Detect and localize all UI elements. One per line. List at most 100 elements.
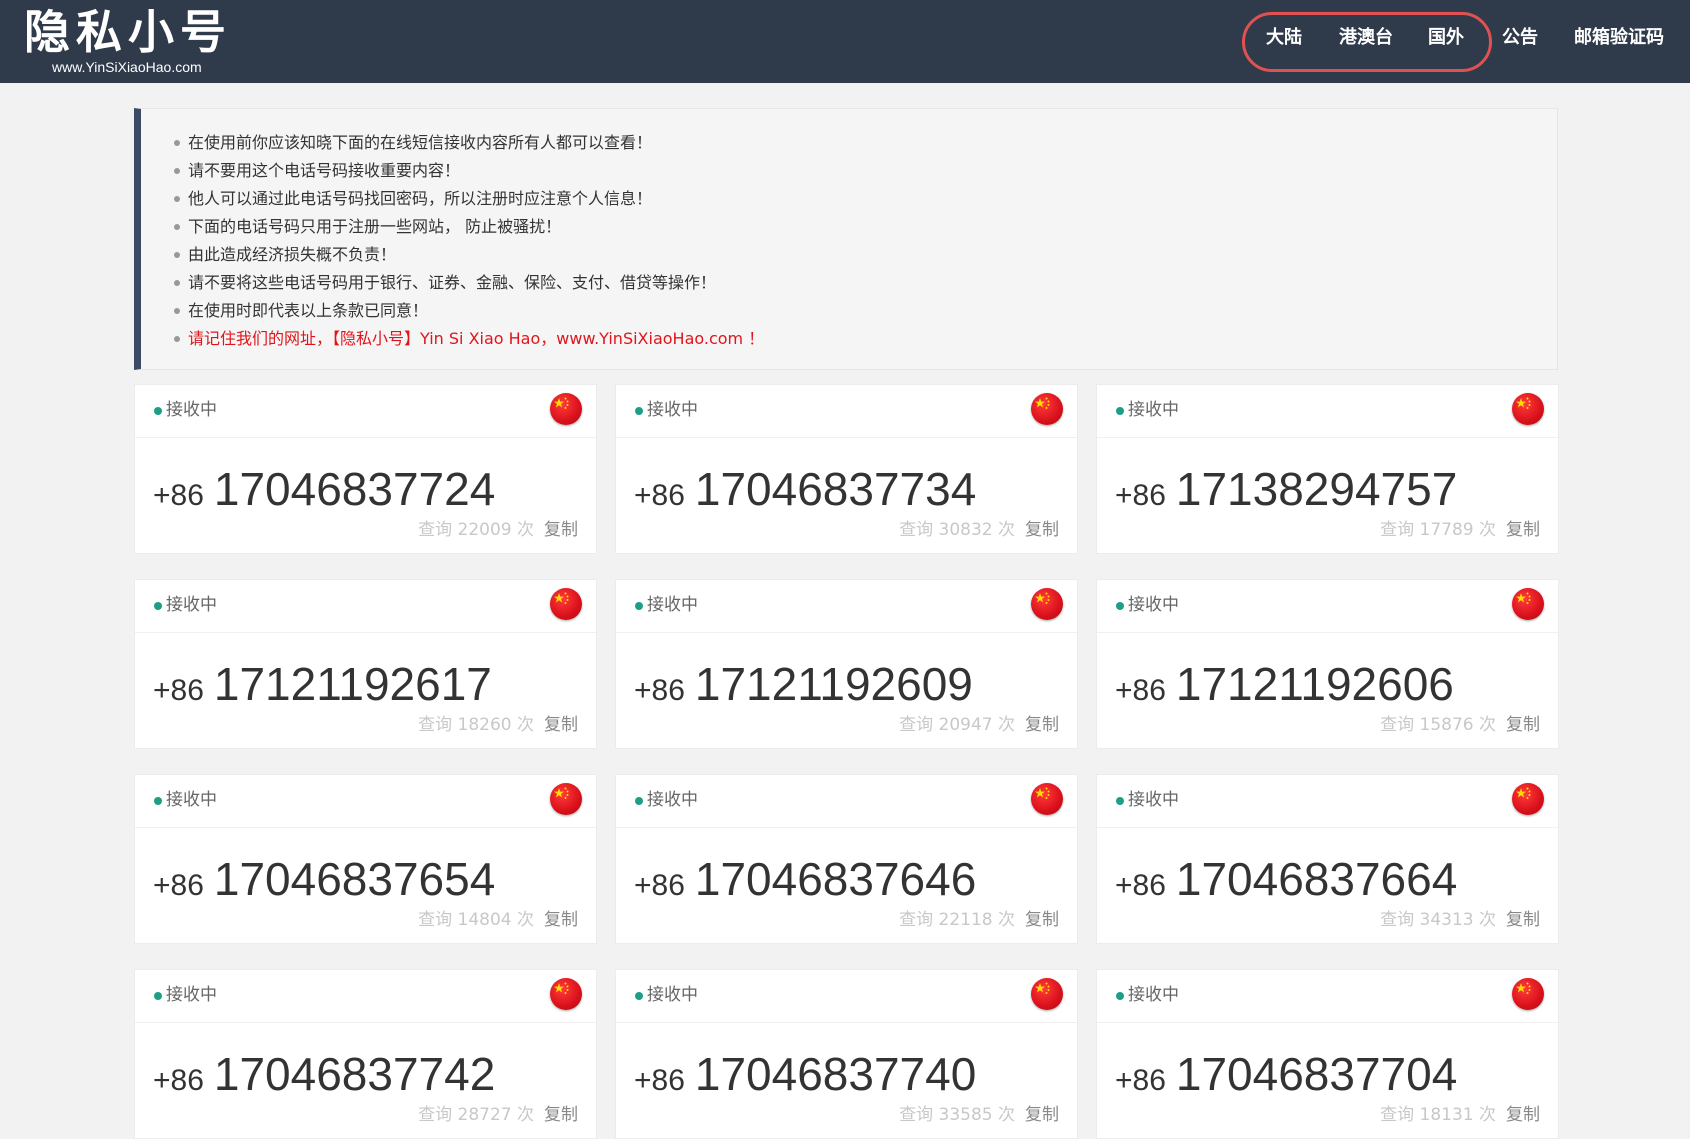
status-dot-icon xyxy=(1116,797,1124,805)
china-flag-icon xyxy=(1512,783,1544,815)
card-header: 接收中 xyxy=(1097,775,1558,828)
status-dot-icon xyxy=(1116,407,1124,415)
phone-number[interactable]: +86 17046837704 xyxy=(1115,1047,1457,1101)
card-footer: 查询 30832 次复制 xyxy=(899,515,1059,540)
number-digits: 17046837734 xyxy=(694,463,977,515)
phone-number[interactable]: +86 17046837724 xyxy=(153,462,495,516)
phone-number[interactable]: +86 17046837740 xyxy=(634,1047,976,1101)
nav-announcement[interactable]: 公告 xyxy=(1502,26,1538,50)
copy-button[interactable]: 复制 xyxy=(544,1105,578,1125)
phone-number[interactable]: +86 17121192617 xyxy=(153,657,492,711)
phone-number[interactable]: +86 17046837664 xyxy=(1115,852,1457,906)
nav-overseas[interactable]: 国外 xyxy=(1428,26,1464,50)
country-code: +86 xyxy=(1115,479,1166,512)
notice-item: 在使用时即代表以上条款已同意！ xyxy=(174,297,1557,325)
china-flag-icon xyxy=(1031,978,1063,1010)
query-count: 查询 14804 次 xyxy=(418,910,534,930)
copy-button[interactable]: 复制 xyxy=(1506,910,1540,930)
number-digits: 17046837740 xyxy=(694,1048,977,1100)
country-code: +86 xyxy=(634,1064,685,1097)
phone-number[interactable]: +86 17121192609 xyxy=(634,657,973,711)
phone-number[interactable]: +86 17046837646 xyxy=(634,852,976,906)
china-flag-icon xyxy=(1512,588,1544,620)
query-count: 查询 18131 次 xyxy=(1380,1105,1496,1125)
country-code: +86 xyxy=(634,869,685,902)
china-flag-icon xyxy=(550,978,582,1010)
copy-button[interactable]: 复制 xyxy=(1506,715,1540,735)
number-digits: 17046837646 xyxy=(694,853,977,905)
status-label: 接收中 xyxy=(1128,595,1179,615)
card-footer: 查询 18131 次复制 xyxy=(1380,1100,1540,1125)
china-flag-icon xyxy=(550,783,582,815)
status-dot-icon xyxy=(154,797,162,805)
phone-card[interactable]: 接收中 +86 17138294757 查询 17789 次复制 xyxy=(1096,384,1559,554)
country-code: +86 xyxy=(634,479,685,512)
country-code: +86 xyxy=(634,674,685,707)
copy-button[interactable]: 复制 xyxy=(1025,910,1059,930)
query-count: 查询 17789 次 xyxy=(1380,520,1496,540)
country-code: +86 xyxy=(153,674,204,707)
phone-number[interactable]: +86 17046837734 xyxy=(634,462,976,516)
copy-button[interactable]: 复制 xyxy=(1025,1105,1059,1125)
country-code: +86 xyxy=(1115,1064,1166,1097)
phone-card[interactable]: 接收中 +86 17046837740 查询 33585 次复制 xyxy=(615,969,1078,1139)
status-label: 接收中 xyxy=(647,595,698,615)
notice-item: 由此造成经济损失概不负责！ xyxy=(174,241,1557,269)
phone-number[interactable]: +86 17046837654 xyxy=(153,852,495,906)
notice-item: 下面的电话号码只用于注册一些网站， 防止被骚扰！ xyxy=(174,213,1557,241)
china-flag-icon xyxy=(550,393,582,425)
site-logo[interactable]: 隐私小号 www.YinSiXiaoHao.com xyxy=(24,6,232,74)
copy-button[interactable]: 复制 xyxy=(1025,520,1059,540)
copy-button[interactable]: 复制 xyxy=(544,910,578,930)
phone-card[interactable]: 接收中 +86 17046837654 查询 14804 次复制 xyxy=(134,774,597,944)
copy-button[interactable]: 复制 xyxy=(1506,520,1540,540)
china-flag-icon xyxy=(1512,393,1544,425)
phone-card[interactable]: 接收中 +86 17046837664 查询 34313 次复制 xyxy=(1096,774,1559,944)
phone-card[interactable]: 接收中 +86 17046837734 查询 30832 次复制 xyxy=(615,384,1078,554)
country-code: +86 xyxy=(1115,674,1166,707)
card-header: 接收中 xyxy=(135,970,596,1023)
phone-card[interactable]: 接收中 +86 17121192606 查询 15876 次复制 xyxy=(1096,579,1559,749)
card-footer: 查询 28727 次复制 xyxy=(418,1100,578,1125)
number-digits: 17046837664 xyxy=(1175,853,1458,905)
card-footer: 查询 18260 次复制 xyxy=(418,710,578,735)
nav-mainland[interactable]: 大陆 xyxy=(1266,26,1302,50)
status-dot-icon xyxy=(635,992,643,1000)
country-code: +86 xyxy=(153,479,204,512)
number-digits: 17121192609 xyxy=(694,658,973,710)
nav-email-code[interactable]: 邮箱验证码 xyxy=(1574,26,1664,50)
query-count: 查询 22118 次 xyxy=(899,910,1015,930)
phone-card[interactable]: 接收中 +86 17121192609 查询 20947 次复制 xyxy=(615,579,1078,749)
card-header: 接收中 xyxy=(135,580,596,633)
notice-item: 他人可以通过此电话号码找回密码，所以注册时应注意个人信息！ xyxy=(174,185,1557,213)
copy-button[interactable]: 复制 xyxy=(544,715,578,735)
status-dot-icon xyxy=(1116,992,1124,1000)
card-footer: 查询 20947 次复制 xyxy=(899,710,1059,735)
status-label: 接收中 xyxy=(166,400,217,420)
phone-card[interactable]: 接收中 +86 17046837646 查询 22118 次复制 xyxy=(615,774,1078,944)
query-count: 查询 18260 次 xyxy=(418,715,534,735)
card-header: 接收中 xyxy=(616,385,1077,438)
phone-number[interactable]: +86 17121192606 xyxy=(1115,657,1454,711)
top-navbar: 隐私小号 www.YinSiXiaoHao.com 大陆 港澳台 国外 公告 邮… xyxy=(0,0,1690,83)
phone-card[interactable]: 接收中 +86 17046837742 查询 28727 次复制 xyxy=(134,969,597,1139)
query-count: 查询 33585 次 xyxy=(899,1105,1015,1125)
phone-card[interactable]: 接收中 +86 17121192617 查询 18260 次复制 xyxy=(134,579,597,749)
card-header: 接收中 xyxy=(1097,970,1558,1023)
nav-hk-macao-taiwan[interactable]: 港澳台 xyxy=(1339,26,1393,50)
phone-card[interactable]: 接收中 +86 17046837724 查询 22009 次复制 xyxy=(134,384,597,554)
china-flag-icon xyxy=(1031,393,1063,425)
copy-button[interactable]: 复制 xyxy=(544,520,578,540)
status-label: 接收中 xyxy=(1128,400,1179,420)
query-count: 查询 20947 次 xyxy=(899,715,1015,735)
phone-card[interactable]: 接收中 +86 17046837704 查询 18131 次复制 xyxy=(1096,969,1559,1139)
phone-number[interactable]: +86 17046837742 xyxy=(153,1047,495,1101)
copy-button[interactable]: 复制 xyxy=(1025,715,1059,735)
copy-button[interactable]: 复制 xyxy=(1506,1105,1540,1125)
card-header: 接收中 xyxy=(135,775,596,828)
logo-title: 隐私小号 xyxy=(24,5,232,59)
phone-number[interactable]: +86 17138294757 xyxy=(1115,462,1457,516)
country-code: +86 xyxy=(153,1064,204,1097)
status-dot-icon xyxy=(635,407,643,415)
card-footer: 查询 17789 次复制 xyxy=(1380,515,1540,540)
